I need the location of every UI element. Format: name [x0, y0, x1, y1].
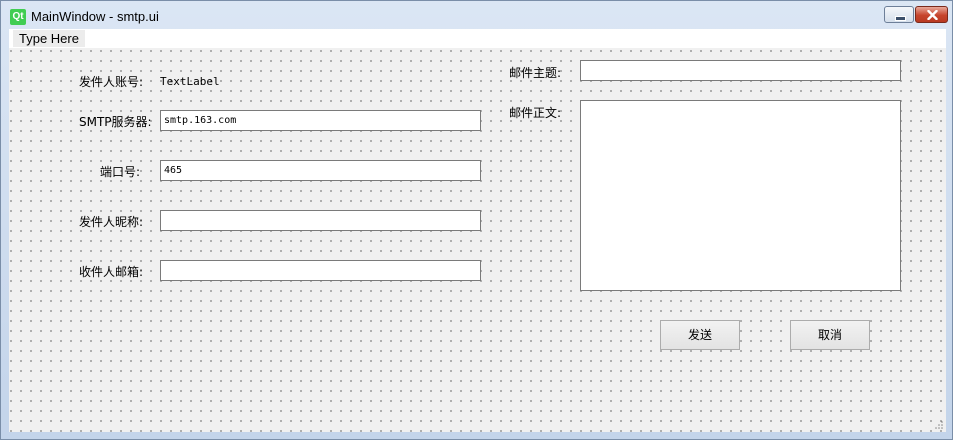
- qt-logo-icon: Qt: [10, 9, 26, 25]
- title-bar[interactable]: Qt MainWindow - smtp.ui: [1, 1, 952, 28]
- menu-item-type-here[interactable]: Type Here: [13, 30, 85, 47]
- recipient-email-label: 收件人邮箱:: [79, 265, 144, 279]
- sender-nickname-input[interactable]: [160, 210, 481, 231]
- body-textarea[interactable]: [580, 100, 901, 291]
- recipient-email-input[interactable]: [160, 260, 481, 281]
- main-window: Qt MainWindow - smtp.ui Type Here 发件人账号:…: [0, 0, 953, 440]
- sender-nickname-label: 发件人昵称:: [79, 215, 144, 229]
- resize-grip-icon[interactable]: [934, 420, 944, 430]
- window-title: MainWindow - smtp.ui: [31, 9, 159, 24]
- smtp-server-input[interactable]: smtp.163.com: [160, 110, 481, 131]
- port-input[interactable]: 465: [160, 160, 481, 181]
- menu-bar: Type Here: [9, 29, 946, 48]
- sender-account-label: 发件人账号:: [79, 75, 144, 89]
- sender-account-value: TextLabel: [160, 75, 220, 88]
- subject-input[interactable]: [580, 60, 901, 81]
- minimize-icon: [895, 16, 906, 21]
- send-button[interactable]: 发送: [660, 320, 740, 350]
- form-canvas: 发件人账号: TextLabel SMTP服务器: smtp.163.com 端…: [9, 48, 946, 432]
- port-label: 端口号:: [100, 165, 141, 179]
- smtp-server-label: SMTP服务器:: [79, 115, 152, 129]
- cancel-button[interactable]: 取消: [790, 320, 870, 350]
- body-label: 邮件正文:: [509, 106, 562, 120]
- close-icon: [927, 10, 938, 20]
- subject-label: 邮件主题:: [509, 66, 562, 80]
- close-button[interactable]: [915, 6, 948, 23]
- minimize-button[interactable]: [884, 6, 914, 23]
